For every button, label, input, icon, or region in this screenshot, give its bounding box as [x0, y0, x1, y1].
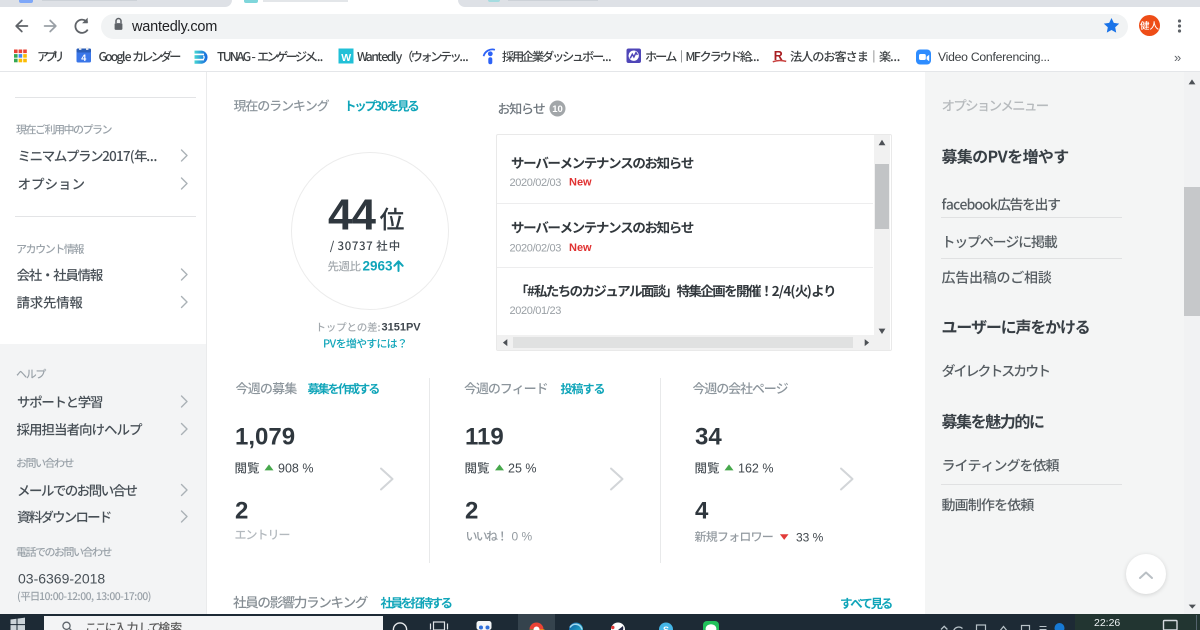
svg-text:119: 119 — [465, 424, 504, 451]
svg-text:1,079: 1,079 — [235, 424, 295, 451]
svg-text:2020/01/23: 2020/01/23 — [510, 305, 562, 317]
svg-text:New: New — [569, 177, 592, 189]
svg-text:4: 4 — [695, 498, 709, 525]
svg-text:New: New — [569, 242, 592, 254]
svg-text:25 %: 25 % — [508, 462, 537, 476]
svg-text:33 %: 33 % — [796, 531, 824, 545]
svg-text:2020/02/03: 2020/02/03 — [510, 177, 562, 189]
svg-text:0 %: 0 % — [512, 530, 533, 544]
svg-text:4: 4 — [81, 53, 86, 63]
svg-text:2020/02/03: 2020/02/03 — [510, 243, 562, 255]
svg-text:162 %: 162 % — [738, 462, 773, 476]
svg-text:44: 44 — [328, 190, 376, 239]
svg-text:03-6369-2018: 03-6369-2018 — [18, 571, 105, 587]
svg-text:2963: 2963 — [363, 259, 394, 274]
svg-text:2: 2 — [235, 498, 248, 525]
svg-text:wantedly.com: wantedly.com — [131, 19, 217, 35]
svg-text:3151PV: 3151PV — [382, 322, 422, 334]
svg-text:22:26: 22:26 — [1094, 617, 1120, 629]
svg-text:S: S — [663, 625, 669, 630]
svg-text:908 %: 908 % — [278, 462, 313, 476]
svg-text:34: 34 — [695, 424, 722, 451]
svg-text:Video Conferencing...: Video Conferencing... — [938, 50, 1050, 64]
svg-text:»: » — [1174, 50, 1181, 65]
svg-text:2: 2 — [465, 498, 478, 525]
svg-text:W: W — [341, 52, 351, 64]
svg-text:10: 10 — [552, 104, 563, 115]
